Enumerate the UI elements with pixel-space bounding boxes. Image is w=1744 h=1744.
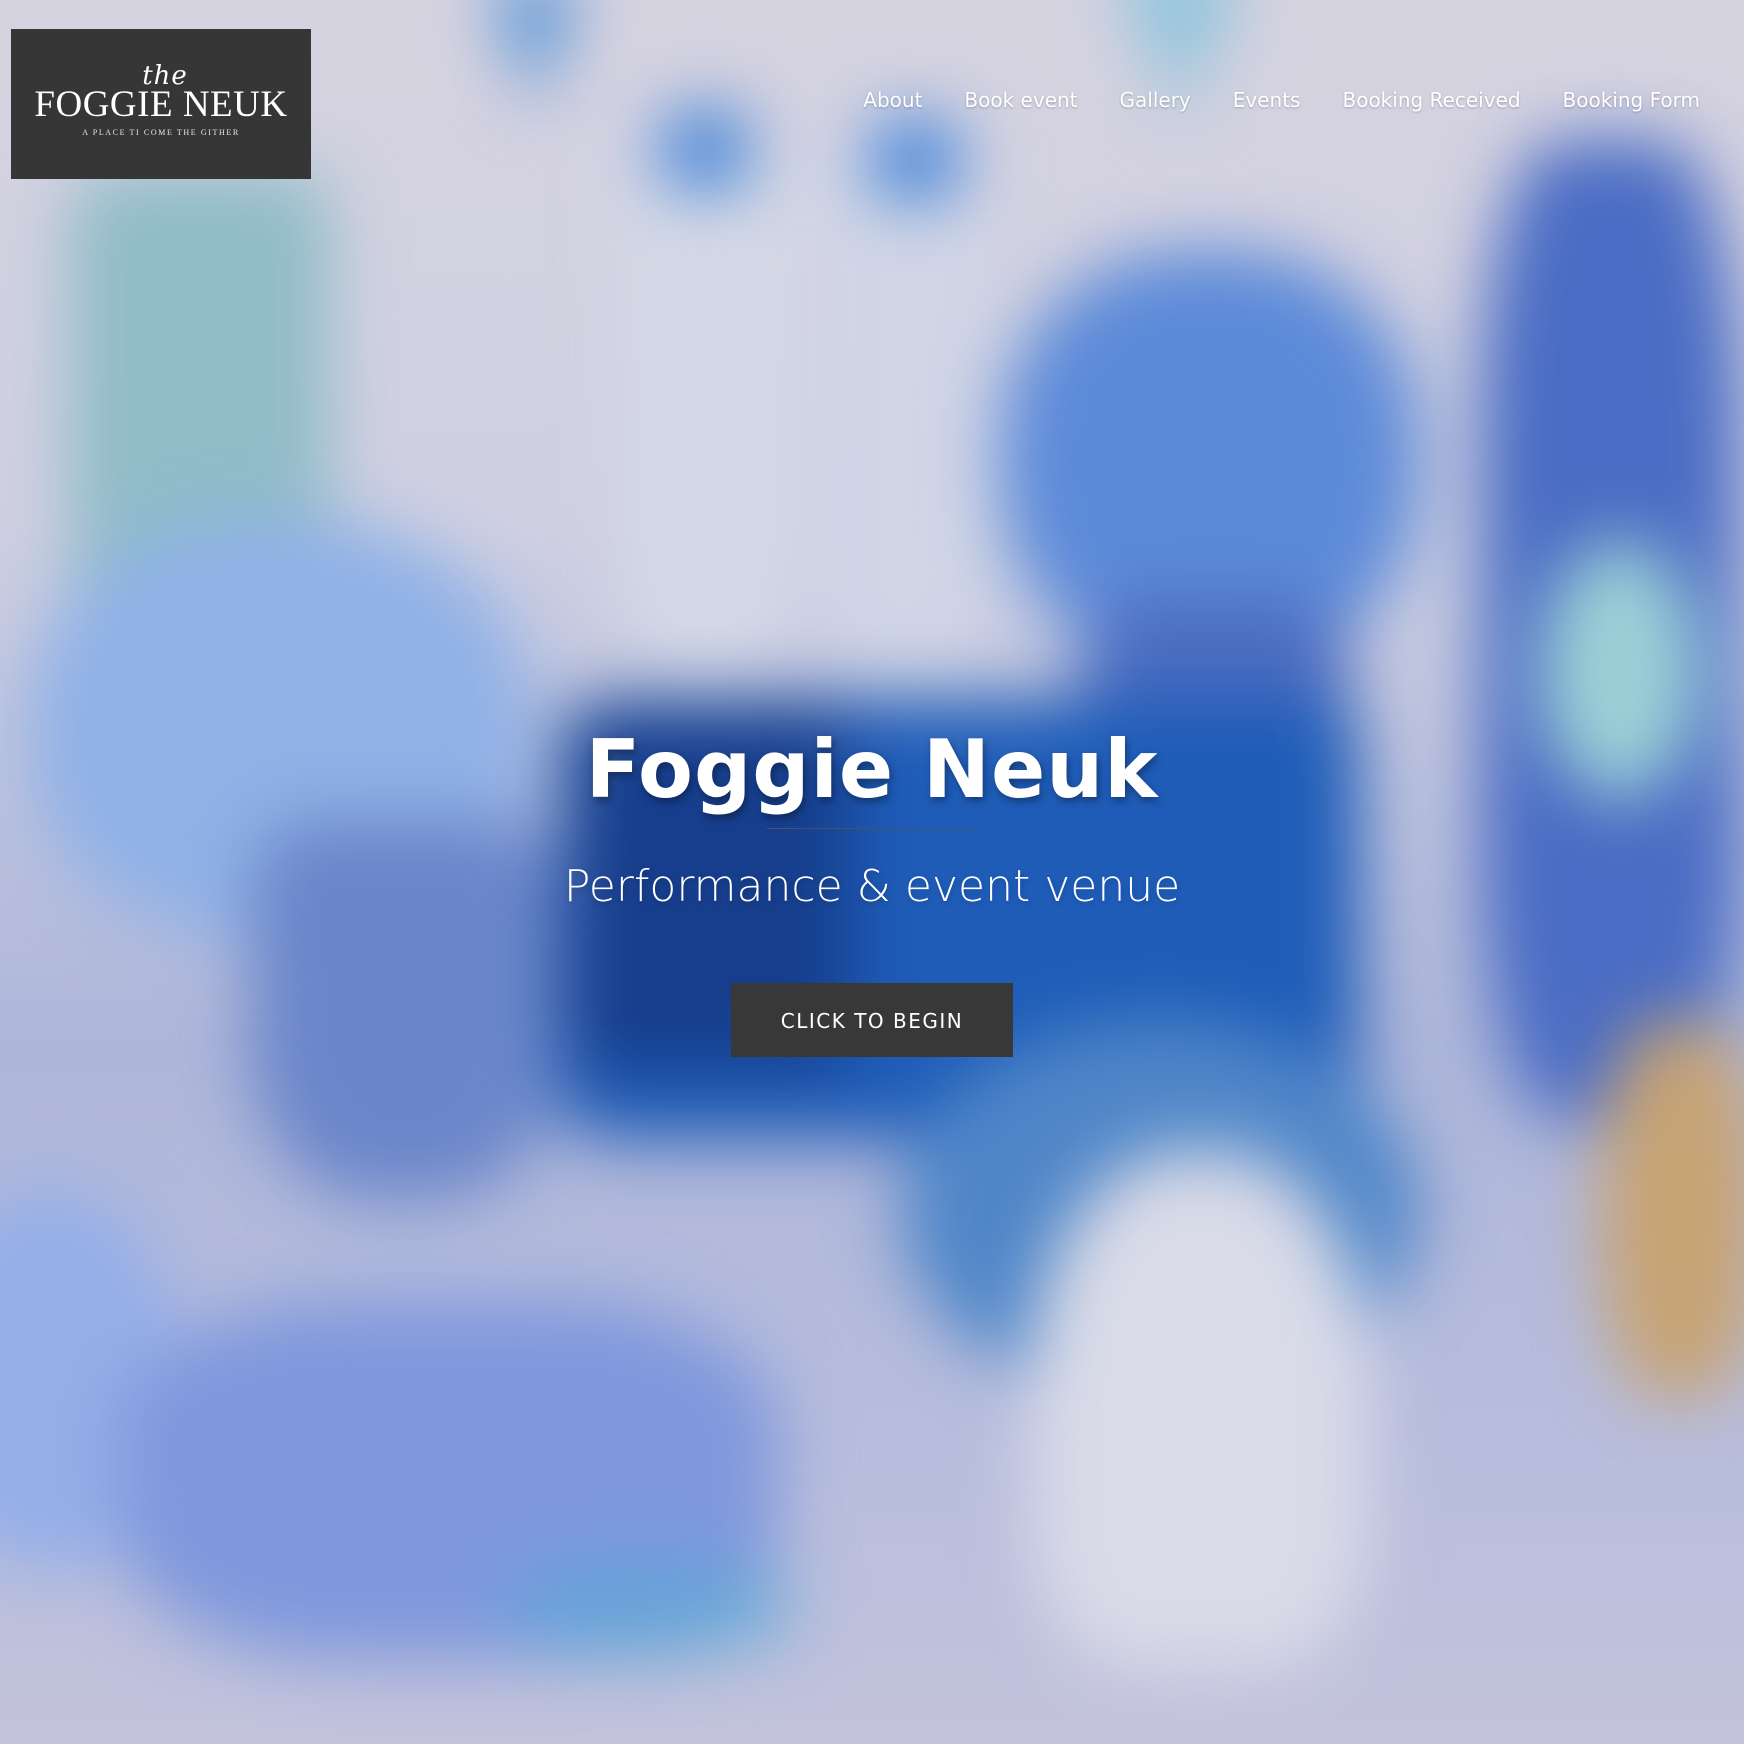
hero-section: Foggie Neuk Performance & event venue Cl…: [0, 720, 1744, 1057]
nav-link-events[interactable]: Events: [1233, 88, 1301, 112]
click-to-begin-button[interactable]: Click to begin: [731, 983, 1013, 1057]
hero-subtitle: Performance & event venue: [563, 861, 1181, 912]
hero-title: Foggie Neuk: [585, 723, 1159, 816]
logo-tagline: A PLACE TI COME THE GITHER: [82, 128, 240, 137]
hero-divider: [767, 828, 977, 829]
nav-link-about[interactable]: About: [863, 88, 922, 112]
site-logo[interactable]: the FOGGIE NEUK A PLACE TI COME THE GITH…: [11, 29, 311, 179]
main-navigation: About Book event Gallery Events Booking …: [863, 88, 1700, 112]
logo-name: FOGGIE NEUK: [34, 84, 288, 125]
nav-link-booking-form[interactable]: Booking Form: [1563, 88, 1700, 112]
nav-link-booking-received[interactable]: Booking Received: [1342, 88, 1520, 112]
nav-link-book-event[interactable]: Book event: [964, 88, 1077, 112]
nav-link-gallery[interactable]: Gallery: [1120, 88, 1191, 112]
